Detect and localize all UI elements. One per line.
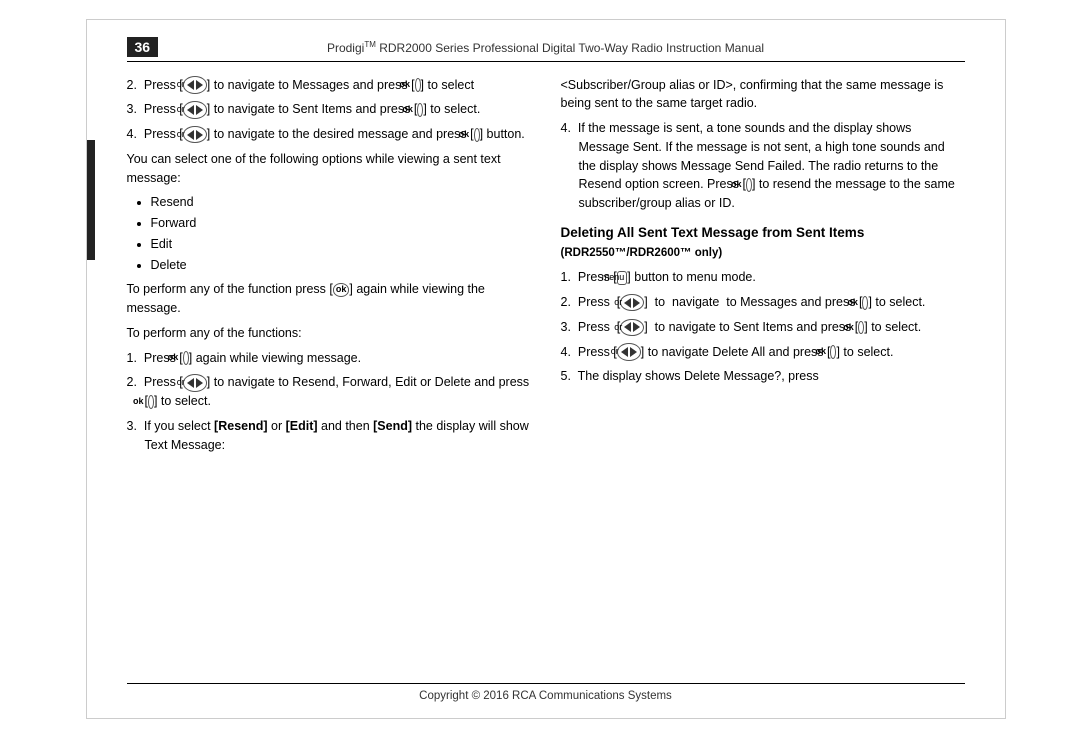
- nav-button: or: [620, 294, 644, 312]
- ok-button: ok: [858, 321, 864, 335]
- d-step-1: 1. Press [menu] button to menu mode.: [561, 268, 965, 287]
- d-step-4: 4. Press [or] to navigate Delete All and…: [561, 343, 965, 362]
- ok-button: ok: [862, 296, 868, 310]
- footer: Copyright © 2016 RCA Communications Syst…: [127, 683, 965, 702]
- perform-functions-heading: To perform any of the functions:: [127, 324, 531, 343]
- nav-button: or: [183, 126, 207, 144]
- perform-text: To perform any of the function press [ok…: [127, 280, 531, 318]
- sub-step-3: 3. If you select [Resend] or [Edit] and …: [127, 417, 531, 455]
- deleting-section: Deleting All Sent Text Message from Sent…: [561, 223, 965, 263]
- step-3: 3. Press [or] to navigate to Sent Items …: [127, 100, 531, 119]
- right-step-4: 4. If the message is sent, a tone sounds…: [561, 119, 965, 213]
- nav-button: or: [183, 374, 207, 392]
- ok-button: ok: [417, 103, 423, 117]
- nav-button: or: [617, 343, 641, 361]
- ok-button: ok: [415, 78, 421, 92]
- list-item: Resend: [151, 193, 531, 212]
- page-header: 36 ProdigiTM RDR2000 Series Professional…: [127, 40, 965, 62]
- ok-button: ok: [746, 178, 752, 192]
- ok-button: ok: [333, 283, 350, 297]
- right-intro-text: <Subscriber/Group alias or ID>, confirmi…: [561, 76, 965, 114]
- sub-step-1: 1. Press [ok] again while viewing messag…: [127, 349, 531, 368]
- step-2: 2. Press [or] to navigate to Messages an…: [127, 76, 531, 95]
- list-item: Forward: [151, 214, 531, 233]
- d-step-5: 5. The display shows Delete Message?, pr…: [561, 367, 965, 386]
- menu-button: menu: [617, 271, 628, 285]
- list-item: Edit: [151, 235, 531, 254]
- deleting-heading: Deleting All Sent Text Message from Sent…: [561, 223, 965, 263]
- header-title: ProdigiTM RDR2000 Series Professional Di…: [327, 40, 764, 55]
- page: 36 ProdigiTM RDR2000 Series Professional…: [86, 19, 1006, 719]
- left-column: 2. Press [or] to navigate to Messages an…: [127, 76, 531, 461]
- select-text: You can select one of the following opti…: [127, 150, 531, 188]
- footer-text: Copyright © 2016 RCA Communications Syst…: [419, 690, 672, 702]
- nav-button: or: [620, 319, 644, 337]
- nav-button: or: [183, 76, 207, 94]
- ok-button: ok: [830, 345, 836, 359]
- sidebar-marker: [87, 140, 95, 260]
- ok-button: ok: [474, 128, 480, 142]
- step-4: 4. Press [or] to navigate to the desired…: [127, 125, 531, 144]
- main-content: 2. Press [or] to navigate to Messages an…: [127, 76, 965, 461]
- ok-button: ok: [183, 351, 189, 365]
- ok-button: ok: [148, 395, 154, 409]
- right-column: <Subscriber/Group alias or ID>, confirmi…: [561, 76, 965, 461]
- d-step-2: 2. Press [or] to navigate to Messages an…: [561, 293, 965, 312]
- sub-step-2: 2. Press [or] to navigate to Resend, For…: [127, 373, 531, 411]
- list-item: Delete: [151, 256, 531, 275]
- bullet-list: Resend Forward Edit Delete: [127, 193, 531, 274]
- d-step-3: 3. Press [or] to navigate to Sent Items …: [561, 318, 965, 337]
- nav-button: or: [183, 101, 207, 119]
- page-number: 36: [127, 37, 159, 57]
